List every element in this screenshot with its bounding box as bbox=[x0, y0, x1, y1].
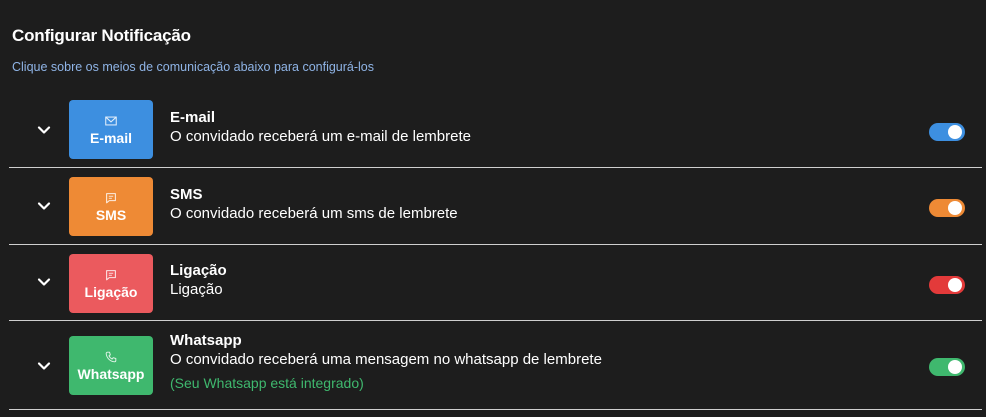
chevron-down-icon[interactable] bbox=[35, 197, 53, 215]
channel-row-whatsapp[interactable]: Whatsapp Whatsapp O convidado receberá u… bbox=[9, 322, 982, 410]
envelope-icon bbox=[105, 116, 117, 125]
channel-name: Whatsapp bbox=[170, 332, 242, 349]
channel-badge-label: E-mail bbox=[89, 129, 132, 146]
channel-description: O convidado receberá um e-mail de lembre… bbox=[170, 128, 471, 145]
whatsapp-integration-status: (Seu Whatsapp está integrado) bbox=[170, 375, 364, 391]
sms-toggle[interactable] bbox=[929, 199, 965, 217]
message-icon bbox=[106, 269, 116, 280]
channel-badge-sms[interactable]: SMS bbox=[69, 177, 153, 236]
chevron-down-icon[interactable] bbox=[35, 121, 53, 139]
page-title: Configurar Notificação bbox=[12, 26, 191, 45]
chevron-down-icon[interactable] bbox=[35, 273, 53, 291]
channel-badge-label: Whatsapp bbox=[77, 365, 145, 382]
page-subtitle: Clique sobre os meios de comunicação aba… bbox=[12, 60, 375, 74]
channel-row-email[interactable]: E-mail E-mail O convidado receberá um e-… bbox=[9, 92, 982, 168]
message-icon bbox=[106, 192, 116, 203]
channel-name: Ligação bbox=[170, 262, 227, 279]
channel-name: E-mail bbox=[170, 109, 216, 126]
channel-badge-label: Ligação bbox=[84, 283, 138, 300]
phone-icon bbox=[105, 351, 117, 362]
channel-row-sms[interactable]: SMS SMS O convidado receberá um sms de l… bbox=[9, 169, 982, 245]
channel-badge-call[interactable]: Ligação bbox=[69, 254, 153, 313]
channel-badge-whatsapp[interactable]: Whatsapp bbox=[69, 336, 153, 395]
email-toggle[interactable] bbox=[929, 123, 965, 141]
channel-badge-label: SMS bbox=[95, 206, 127, 223]
call-toggle[interactable] bbox=[929, 276, 965, 294]
channel-description: O convidado receberá uma mensagem no wha… bbox=[170, 351, 602, 368]
channel-badge-email[interactable]: E-mail bbox=[69, 100, 153, 159]
whatsapp-toggle[interactable] bbox=[929, 358, 965, 376]
chevron-down-icon[interactable] bbox=[35, 357, 53, 375]
section-header: Configurar Notificação bbox=[12, 26, 191, 46]
channel-row-call[interactable]: Ligação Ligação Ligação bbox=[9, 246, 982, 321]
channel-name: SMS bbox=[170, 186, 203, 203]
channel-description: O convidado receberá um sms de lembrete bbox=[170, 205, 458, 222]
channel-description: Ligação bbox=[170, 281, 223, 298]
